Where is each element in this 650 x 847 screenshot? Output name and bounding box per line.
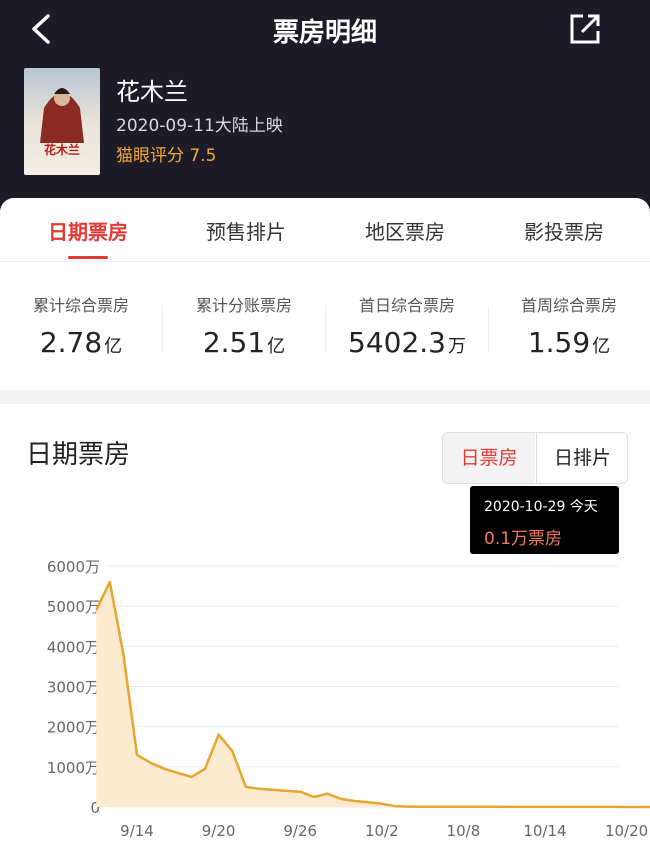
x-tick-label: 10/2	[365, 822, 399, 840]
tab-region-box-office[interactable]: 地区票房	[324, 216, 486, 245]
x-tick-label: 10/20	[605, 822, 648, 840]
tab-daily-box-office[interactable]: 日期票房	[7, 216, 169, 245]
x-tick-label: 10/8	[447, 822, 481, 840]
stat-total-split: 累计分账票房 2.51 亿	[163, 292, 325, 359]
x-tick-label: 9/20	[202, 822, 236, 840]
movie-poster[interactable]: 花木兰	[24, 68, 100, 175]
summary-card: 日期票房 预售排片 地区票房 影投票房 累计综合票房 2.78 亿 累计分账票房 …	[0, 198, 650, 390]
share-icon[interactable]	[568, 12, 602, 46]
daily-box-office-chart[interactable]: 6000万5000万4000万3000万2000万1000万09/14 9/20 9…	[0, 544, 650, 847]
chart-card: 日期票房 日票房 日排片 2020-10-29 今天 0.1万票房 6000万 5…	[0, 404, 650, 847]
stat-label: 首日综合票房	[358, 296, 455, 315]
stat-label: 累计分账票房	[195, 296, 292, 315]
y-tick-label: 2000万	[47, 719, 100, 737]
toggle-daily-gross[interactable]: 日票房	[443, 433, 535, 483]
y-tick-label: 5000万	[47, 598, 100, 616]
poster-title: 花木兰	[44, 142, 80, 157]
stat-unit: 亿	[592, 336, 611, 357]
tooltip-date: 2020-10-29 今天	[484, 499, 598, 515]
stat-first-day: 首日综合票房 5402.3 万	[326, 292, 488, 359]
stat-unit: 亿	[267, 336, 286, 357]
stat-first-week: 首周综合票房 1.59 亿	[488, 292, 650, 359]
stat-label: 首周综合票房	[520, 296, 617, 315]
y-tick-label: 3000万	[47, 679, 100, 697]
active-tab-indicator	[68, 256, 108, 259]
maoyan-score: 猫眼评分 7.5	[116, 146, 217, 166]
movie-title: 花木兰	[116, 78, 188, 106]
stat-unit: 万	[447, 336, 466, 357]
x-tick-label: 10/14	[523, 822, 566, 840]
stat-total-gross: 累计综合票房 2.78 亿	[0, 292, 162, 359]
stat-unit: 亿	[104, 336, 123, 357]
stat-value: 1.59	[527, 326, 591, 359]
tab-bar: 日期票房 预售排片 地区票房 影投票房	[0, 198, 650, 262]
x-tick-label: 9/26	[283, 822, 317, 840]
tab-investor-box-office[interactable]: 影投票房	[483, 216, 645, 245]
y-tick-label: 6000万	[47, 558, 100, 576]
section-title: 日期票房	[26, 440, 131, 470]
stat-value: 2.51	[202, 326, 266, 359]
release-date: 2020-09-11大陆上映	[116, 116, 283, 136]
stat-label: 累计综合票房	[32, 296, 129, 315]
page-title: 票房明细	[272, 18, 377, 48]
view-toggle: 日票房 日排片	[442, 432, 628, 484]
header: 票房明细 花木兰 花木兰 2020-09-11大陆上映 猫眼评分 7.5	[0, 0, 650, 230]
y-tick-label: 4000万	[47, 638, 100, 656]
y-tick-label: 1000万	[47, 759, 100, 777]
tab-presale-schedule[interactable]: 预售排片	[165, 216, 327, 245]
series-line	[95, 580, 650, 809]
stat-value: 5402.3	[348, 326, 446, 359]
toggle-daily-schedule[interactable]: 日排片	[536, 433, 627, 483]
stat-value: 2.78	[39, 326, 103, 359]
x-tick-label: 9/14	[120, 822, 154, 840]
